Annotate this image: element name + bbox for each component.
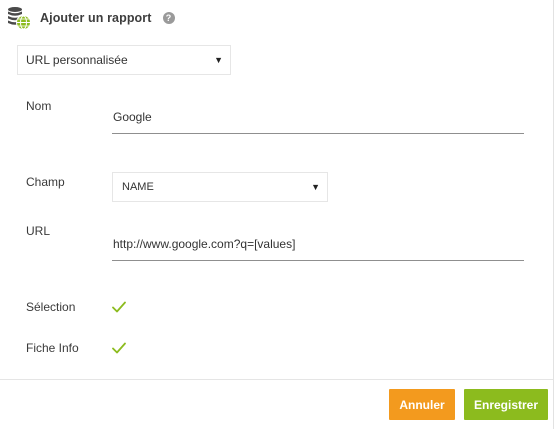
url-input[interactable]: http://www.google.com?q=[values] [112,233,524,261]
cancel-button[interactable]: Annuler [389,389,455,420]
selection-label: Sélection [26,300,76,314]
chevron-down-icon: ▼ [311,182,320,192]
champ-label: Champ [26,175,65,189]
champ-select-value: NAME [122,181,154,193]
fiche-info-checkmark-icon[interactable] [112,341,126,354]
report-type-select[interactable]: URL personnalisée ▼ [17,45,231,75]
chevron-down-icon: ▼ [214,55,223,65]
champ-select[interactable]: NAME ▼ [112,172,328,202]
nom-input[interactable]: Google [112,106,524,134]
question-circle-icon[interactable]: ? [162,12,175,24]
nom-label: Nom [26,99,52,113]
dialog-header: Ajouter un rapport ? [6,5,175,31]
fiche-info-label: Fiche Info [26,341,79,355]
url-label: URL [26,224,51,238]
save-button[interactable]: Enregistrer [464,389,548,420]
report-type-value: URL personnalisée [26,53,128,67]
add-report-dialog: Ajouter un rapport ? URL personnalisée ▼… [0,0,554,429]
footer-divider [0,379,553,380]
selection-checkmark-icon[interactable] [112,300,126,313]
database-globe-icon [6,5,32,31]
dialog-title: Ajouter un rapport [40,11,152,25]
